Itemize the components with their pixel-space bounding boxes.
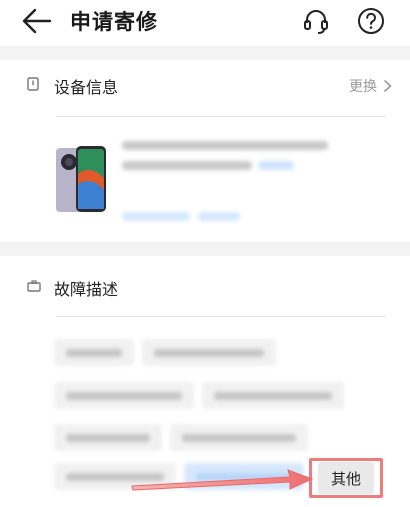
device-image: [56, 146, 106, 212]
fault-description-title: 故障描述: [54, 280, 119, 299]
help-icon[interactable]: [357, 7, 385, 35]
fault-chip[interactable]: [54, 463, 176, 490]
fault-chip[interactable]: [202, 382, 344, 409]
toolbox-icon: [27, 280, 41, 292]
device-info-title: 设备信息: [54, 78, 119, 97]
section-separator: [56, 116, 386, 117]
fault-chip[interactable]: [54, 424, 162, 451]
page-title: 申请寄修: [70, 10, 158, 34]
headset-icon[interactable]: [302, 7, 330, 35]
fault-chip[interactable]: [142, 339, 276, 366]
section-separator-2: [56, 316, 386, 317]
change-device-link[interactable]: 更换: [349, 76, 392, 96]
fault-chip[interactable]: [170, 424, 308, 451]
chevron-right-icon: [383, 79, 392, 93]
device-info-icon: [27, 77, 39, 91]
app-header: 申请寄修: [0, 0, 410, 44]
change-label: 更换: [349, 79, 377, 95]
section-divider-2: [0, 242, 410, 256]
fault-chip[interactable]: [54, 382, 194, 409]
back-arrow-icon[interactable]: [22, 8, 52, 34]
annotation-highlight-box: [309, 458, 383, 498]
fault-chip[interactable]: [54, 339, 134, 366]
section-divider: [0, 46, 410, 60]
fault-chip[interactable]: [184, 463, 304, 490]
